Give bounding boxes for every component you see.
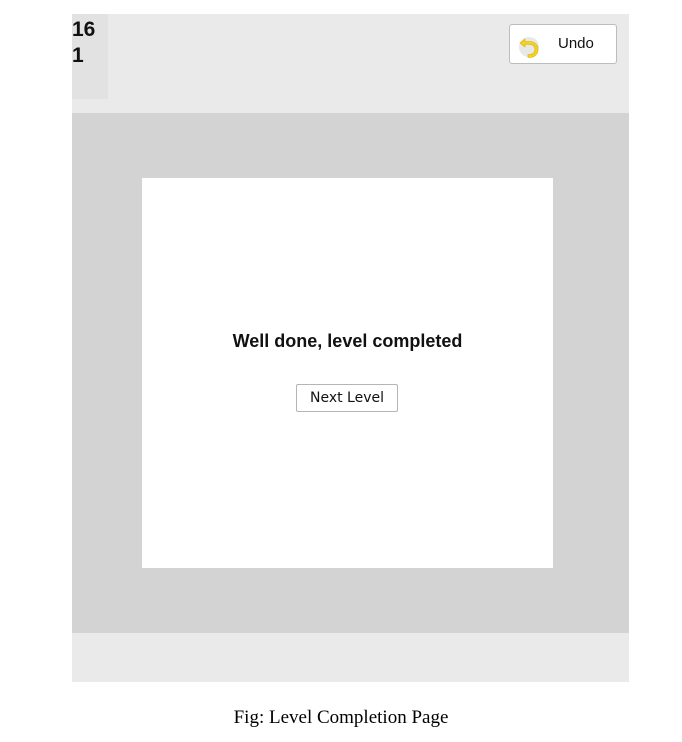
undo-button[interactable]: Undo xyxy=(509,24,617,64)
level-number: 16 xyxy=(72,18,96,41)
level-complete-dialog: Well done, level completed Next Level xyxy=(142,178,553,568)
level-panel: 16 1 xyxy=(72,14,108,99)
next-level-button[interactable]: Next Level xyxy=(296,384,398,412)
undo-arrow-icon xyxy=(516,30,546,60)
game-board: Well done, level completed Next Level xyxy=(72,113,629,633)
game-window: 16 1 Undo Well done, level completed Nex… xyxy=(72,14,629,682)
undo-label: Undo xyxy=(558,35,594,52)
bottom-bar xyxy=(72,633,629,682)
moves-count: 1 xyxy=(72,44,84,67)
level-complete-message: Well done, level completed xyxy=(232,331,463,351)
figure-caption: Fig: Level Completion Page xyxy=(233,707,449,728)
top-bar: 16 1 Undo xyxy=(72,14,629,107)
